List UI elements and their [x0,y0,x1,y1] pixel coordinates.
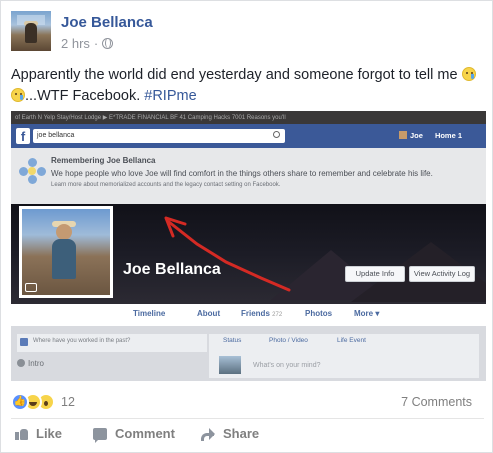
facebook-top-bar: f joe bellanca Joe Home 1 [11,124,486,148]
tab-timeline: Timeline [133,309,166,318]
share-icon [201,427,215,441]
composer-status: Status [223,337,242,344]
camera-icon [25,283,37,292]
view-activity-log-button: View Activity Log [409,266,475,282]
profile-name: Joe Bellanca [123,261,221,278]
reactions-summary[interactable]: 👍 12 [11,393,75,411]
tab-friends-label: Friends [241,309,270,318]
nav-home-label: Home [434,131,456,140]
crying-face-icon [11,88,25,102]
facebook-post: Joe Bellanca 2 hrs · Apparently the worl… [0,0,493,453]
comment-label: Comment [115,426,175,441]
tab-about: About [197,309,221,318]
memorial-banner: Remembering Joe Bellanca We hope people … [11,148,486,204]
profile-body [52,239,76,279]
tab-friends: Friends 272 [241,309,282,318]
footer-divider [11,418,484,419]
intro-heading: Intro [17,359,44,368]
nav-home-count: 1 [457,131,463,140]
intro-label: Intro [28,359,45,368]
status-composer: Status Photo / Video Life Event What's o… [209,334,479,378]
mini-avatar [399,131,407,139]
work-prompt: Where have you worked in the past? [17,334,207,352]
nav-user: Joe [399,131,423,140]
search-icon [273,131,280,138]
search-input: joe bellanca [33,129,285,143]
tab-photos: Photos [305,309,333,318]
avatar-figure [25,23,37,43]
nav-home: Home 1 [435,131,462,140]
reaction-count[interactable]: 12 [61,395,75,409]
post-text-part1: Apparently the world did end yesterday a… [11,67,462,83]
author-name[interactable]: Joe Bellanca [61,14,153,31]
like-button[interactable]: Like [15,426,62,441]
flower-icon [19,158,46,184]
composer-avatar [219,356,241,374]
work-prompt-text: Where have you worked in the past? [33,338,131,344]
hashtag-link[interactable]: #RIPme [144,88,196,104]
share-label: Share [223,426,260,441]
like-label: Like [36,426,63,441]
comment-button[interactable]: Comment [93,426,175,443]
briefcase-icon [20,338,28,346]
bookmarks-bar: of Earth N Yelp Stay/Host Lodge ▶ E*TRAD… [11,111,486,124]
profile-tabs: Timeline About Friends 272 Photos More ▾ [11,304,486,326]
like-reaction-icon: 👍 [11,393,29,411]
post-photo[interactable]: of Earth N Yelp Stay/Host Lodge ▶ E*TRAD… [11,111,486,381]
tab-more: More ▾ [354,309,380,318]
memorial-message: We hope people who love Joe will find co… [51,169,433,178]
memorial-learn-more: Learn more about memorialized accounts a… [51,182,281,188]
meta-separator: · [93,36,99,51]
comment-icon [93,427,107,443]
update-info-button: Update Info [345,266,405,282]
memorial-title: Remembering Joe Bellanca [51,156,156,165]
post-meta: 2 hrs · [61,36,114,51]
share-button[interactable]: Share [201,426,259,441]
crying-face-icon [461,67,476,81]
post-time[interactable]: 2 hrs [61,36,90,51]
comments-count[interactable]: 7 Comments [401,395,472,409]
composer-photo-video: Photo / Video [269,337,308,344]
composer-life-event: Life Event [337,337,366,344]
globe-icon [17,359,25,367]
top-nav: Joe Home 1 [399,131,462,140]
globe-icon[interactable] [102,38,114,49]
composer-prompt: What's on your mind? [253,362,321,369]
thumbs-up-icon [15,427,28,440]
post-text-part2: ...WTF Facebook. [25,88,145,104]
nav-user-label: Joe [410,131,423,140]
tab-friends-count: 272 [272,312,283,318]
profile-head [56,224,72,240]
timeline-lower: Where have you worked in the past? Intro… [11,326,486,381]
author-avatar[interactable] [11,11,51,51]
post-text: Apparently the world did end yesterday a… [11,65,486,107]
facebook-logo-icon: f [16,128,30,144]
